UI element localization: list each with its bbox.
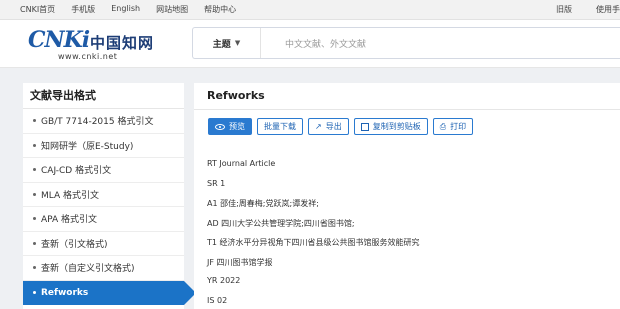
link-mobile[interactable]: 手机版 [71,4,95,15]
search-box: 主题 ▼ 中文文献、外文文献 [192,27,620,59]
search-input[interactable]: 中文文献、外文文献 [285,37,366,50]
batch-download-button[interactable]: 批量下载 [257,118,303,135]
bullet-icon [33,192,36,196]
sidebar-item-label: GB/T 7714-2015 格式引文 [41,117,154,128]
logo-chinese: 中国知网 [90,34,155,52]
sidebar-item-cajcd[interactable]: CAJ-CD 格式引文 [23,158,184,183]
logo-url: www.cnki.net [58,52,118,61]
top-bar: CNKI首页 手机版 English 网站地图 帮助中心 旧版 使用手 [0,0,620,20]
record-line: SR 1 [207,178,226,188]
export-icon: ↗ [315,122,322,131]
search-scope-select[interactable]: 主题 ▼ [193,28,261,58]
sidebar-item-mla[interactable]: MLA 格式引文 [23,183,184,207]
sidebar-item-gbt[interactable]: GB/T 7714-2015 格式引文 [23,109,184,134]
bullet-icon [33,119,36,123]
top-right-links: 旧版 使用手 [532,4,620,15]
bullet-icon [33,143,36,147]
copy-to-clipboard-button[interactable]: 复制到剪贴板 [353,118,428,135]
sidebar-item-label: Refworks [41,287,89,298]
bullet-icon [33,241,36,245]
record-line: AD 四川大学公共管理学院;四川省图书馆; [207,218,355,228]
batch-download-label: 批量下载 [264,122,296,131]
record-line: A1 邵佳;周春梅;党跃岚;谭发祥; [207,199,319,208]
sidebar-item-label: CAJ-CD 格式引文 [41,166,112,177]
clipboard-icon [360,122,369,131]
export-format-sidebar: 文献导出格式 GB/T 7714-2015 格式引文 知网研学（原E-Study… [23,83,196,309]
header: CNKi 中国知网 www.cnki.net 主题 ▼ 中文文献、外文文献 [0,20,620,68]
print-label: 打印 [450,122,467,131]
print-button[interactable]: ⎙ 打印 [432,118,474,135]
cnki-logo[interactable]: CNKi 中国知网 www.cnki.net [28,27,158,63]
link-usage[interactable]: 使用手 [596,4,620,15]
sidebar-item-novelty-citation[interactable]: 查新（引文格式) [23,232,184,256]
copy-label: 复制到剪贴板 [372,122,421,131]
sidebar-item-label: 知网研学（原E-Study) [41,141,134,152]
export-panel: Refworks 预览 批量下载 ↗ 导出 复制到剪贴板 ⎙ 打印 RT Jou… [194,83,620,309]
record-line: RT Journal Article [207,159,276,168]
top-links: CNKI首页 手机版 English 网站地图 帮助中心 [20,4,252,15]
link-sitemap[interactable]: 网站地图 [156,4,188,15]
record-line: YR 2022 [207,276,241,285]
record-line: T1 经济水平分异视角下四川省县级公共图书馆服务效能研究 [207,238,420,247]
eye-icon [215,123,225,130]
sidebar-item-label: 查新（引文格式) [41,239,108,250]
printer-icon: ⎙ [439,121,447,131]
bullet-icon [33,266,36,270]
export-label: 导出 [325,122,342,131]
export-button[interactable]: ↗ 导出 [308,118,349,135]
search-scope-label: 主题 [212,39,231,50]
link-old-version[interactable]: 旧版 [556,4,572,15]
sidebar-item-label: MLA 格式引文 [41,190,100,201]
panel-title: Refworks [207,89,265,102]
record-line: IS 02 [207,295,228,305]
sidebar-item-label: 查新（自定义引文格式) [41,264,135,275]
sidebar-item-apa[interactable]: APA 格式引文 [23,207,184,232]
sidebar-item-refworks[interactable]: Refworks [23,280,196,305]
link-help[interactable]: 帮助中心 [204,4,236,15]
link-english[interactable]: English [111,4,140,15]
bullet-icon [33,168,36,172]
preview-label: 预览 [229,122,245,131]
export-toolbar: 预览 批量下载 ↗ 导出 复制到剪贴板 ⎙ 打印 [208,118,474,135]
sidebar-item-label: APA 格式引文 [41,215,98,226]
logo-mark: CNKi [28,27,90,53]
record-line: JF 四川图书馆学报 [207,257,273,267]
sidebar-title: 文献导出格式 [23,83,184,109]
panel-divider [194,109,620,110]
bullet-icon [33,291,36,295]
bullet-icon [33,217,36,221]
chevron-down-icon: ▼ [234,39,241,47]
sidebar-item-novelty-custom[interactable]: 查新（自定义引文格式) [23,256,184,281]
sidebar-item-estudy[interactable]: 知网研学（原E-Study) [23,134,184,158]
link-cnki-home[interactable]: CNKI首页 [20,4,55,15]
preview-button[interactable]: 预览 [208,118,252,135]
